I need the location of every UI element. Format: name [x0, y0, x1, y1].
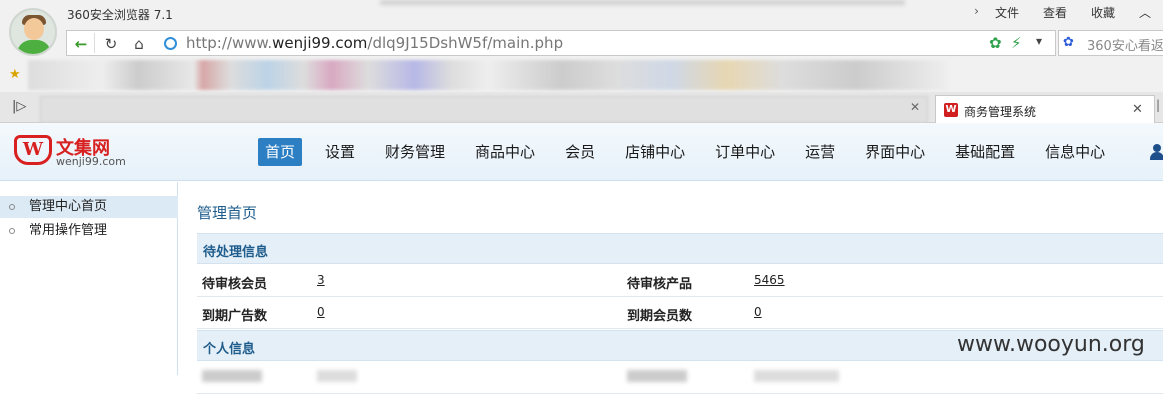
pending-members-label: 待审核会员	[202, 277, 268, 292]
avatar-body	[17, 40, 51, 54]
nav-info-center[interactable]: 信息中心	[1038, 138, 1112, 166]
logo-domain: wenji99.com	[56, 155, 126, 168]
avatar-face	[24, 18, 44, 40]
tab-active[interactable]: W 商务管理系统 ✕	[935, 95, 1155, 124]
user-icon-body	[1150, 152, 1163, 160]
collapse-icon[interactable]: ︿	[1127, 4, 1163, 21]
redacted-title-region	[380, 0, 905, 5]
table-row: 待审核会员 3 待审核产品 5465	[197, 265, 1163, 297]
pending-products-label: 待审核产品	[627, 277, 693, 292]
redacted-value	[317, 370, 357, 382]
nav-operations[interactable]: 运营	[798, 138, 842, 166]
logo-mark: W	[14, 135, 52, 165]
sidebar-item-common-ops[interactable]: 常用操作管理	[0, 220, 178, 242]
expired-ads-link[interactable]: 0	[317, 305, 325, 319]
back-arrow-icon[interactable]: ←	[71, 34, 91, 54]
address-bar[interactable]: ← ↻ ⌂ http://www.wenji99.com/dlq9J15DshW…	[66, 30, 1056, 56]
sidebar-toggle-icon[interactable]: |▷	[12, 99, 26, 114]
browser-menu: › 文件 查看 收藏 ︿	[970, 4, 1163, 21]
user-icon-head	[1153, 144, 1161, 152]
left-sidebar: 管理中心首页 常用操作管理	[0, 182, 178, 375]
search-placeholder: 360安心看返	[1087, 39, 1163, 54]
site-globe-icon	[164, 37, 177, 50]
url-domain: wenji99.com	[272, 34, 368, 52]
nav-orders[interactable]: 订单中心	[708, 138, 782, 166]
nav-products[interactable]: 商品中心	[468, 138, 542, 166]
section-title: 个人信息	[203, 342, 256, 357]
pending-section-header: 待处理信息	[197, 233, 1163, 264]
search-input[interactable]: ✿ 360安心看返	[1058, 30, 1163, 56]
close-icon[interactable]: ✕	[1132, 102, 1143, 117]
nav-settings[interactable]: 设置	[318, 138, 362, 166]
search-engine-icon[interactable]: ✿	[1063, 35, 1074, 50]
main-nav: 首页 设置 财务管理 商品中心 会员 店铺中心 订单中心 运营 界面中心 基础配…	[258, 138, 1128, 166]
redacted-value	[754, 370, 839, 382]
sidebar-item-label: 管理中心首页	[29, 199, 108, 214]
user-icon[interactable]	[1150, 144, 1163, 160]
menu-favorites[interactable]: 收藏	[1079, 4, 1127, 21]
lightning-icon[interactable]: ⚡	[1011, 34, 1022, 52]
nav-home[interactable]: 首页	[258, 138, 303, 166]
refresh-spinner-icon[interactable]: ✿	[989, 34, 1002, 52]
expired-ads-label: 到期广告数	[202, 309, 268, 324]
tab-favicon: W	[944, 103, 958, 117]
page-title: 管理首页	[197, 204, 258, 222]
expired-members-label: 到期会员数	[627, 309, 693, 324]
site-header: W 文集网 wenji99.com 首页 设置 财务管理 商品中心 会员 店铺中…	[0, 123, 1163, 181]
pending-products-link[interactable]: 5465	[754, 273, 785, 287]
redacted-label	[627, 370, 687, 382]
menu-view[interactable]: 查看	[1031, 4, 1079, 21]
browser-chrome: 360安全浏览器 7.1 › 文件 查看 收藏 ︿ ← ↻ ⌂ http://w…	[0, 0, 1163, 124]
url-path: /dlq9J15DshW5f/main.php	[367, 34, 564, 52]
chevron-right-icon[interactable]: ›	[970, 4, 983, 21]
close-icon[interactable]: ✕	[910, 100, 920, 114]
chevron-down-icon[interactable]: ▾	[1036, 34, 1042, 48]
sidebar-item-label: 常用操作管理	[29, 223, 108, 238]
bullet-icon	[9, 228, 15, 234]
url-prefix: http://www.	[186, 34, 273, 52]
watermark-text: www.wooyun.org	[957, 332, 1145, 357]
nav-members[interactable]: 会员	[558, 138, 602, 166]
tab-label: 商务管理系统	[964, 105, 1037, 119]
nav-shops[interactable]: 店铺中心	[618, 138, 692, 166]
home-icon[interactable]: ⌂	[129, 34, 149, 54]
nav-finance[interactable]: 财务管理	[378, 138, 452, 166]
redacted-bookmarks-bar	[28, 60, 948, 90]
menu-file[interactable]: 文件	[983, 4, 1031, 21]
favorites-star-icon[interactable]: ★	[9, 67, 21, 82]
redacted-tab[interactable]	[40, 96, 928, 123]
sidebar-item-admin-home[interactable]: 管理中心首页	[0, 196, 178, 218]
table-row	[197, 362, 1163, 394]
browser-app-title: 360安全浏览器 7.1	[67, 8, 173, 22]
nav-base-config[interactable]: 基础配置	[948, 138, 1022, 166]
table-row: 到期广告数 0 到期会员数 0	[197, 297, 1163, 329]
section-title: 待处理信息	[203, 245, 269, 260]
tab-bar: |▷ ✕ W 商务管理系统 ✕ |	[0, 92, 1163, 124]
tab-separator: |	[1156, 98, 1161, 112]
bullet-icon	[9, 204, 15, 210]
url-text[interactable]: http://www.wenji99.com/dlq9J15DshW5f/mai…	[186, 34, 563, 52]
reload-icon[interactable]: ↻	[101, 34, 121, 54]
user-avatar[interactable]	[9, 8, 57, 56]
nav-interface[interactable]: 界面中心	[858, 138, 932, 166]
pending-members-link[interactable]: 3	[317, 273, 325, 287]
divider	[94, 33, 95, 53]
expired-members-link[interactable]: 0	[754, 305, 762, 319]
redacted-label	[202, 370, 262, 382]
